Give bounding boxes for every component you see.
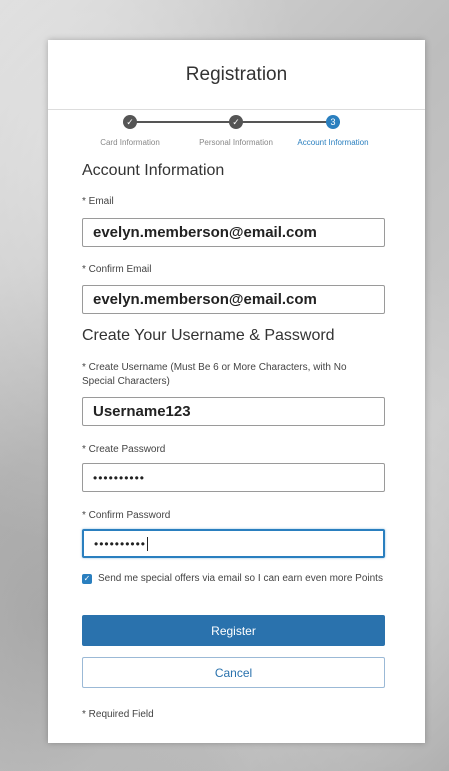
- email-label: * Email: [82, 196, 114, 207]
- step-2-label: Personal Information: [199, 138, 273, 147]
- confirm-password-value: ••••••••••: [94, 536, 147, 551]
- step-3-label: Account Information: [297, 138, 369, 147]
- offers-checkbox-label: Send me special offers via email so I ca…: [98, 573, 383, 584]
- cancel-button[interactable]: Cancel: [82, 657, 385, 688]
- step-2-check-icon: ✓: [229, 115, 243, 129]
- confirm-password-field[interactable]: ••••••••••: [82, 529, 385, 558]
- offers-checkbox[interactable]: ✓: [82, 574, 92, 584]
- email-field[interactable]: evelyn.memberson@email.com: [82, 218, 385, 247]
- step-1-check-icon: ✓: [123, 115, 137, 129]
- password-label: * Create Password: [82, 444, 166, 455]
- text-caret: [147, 536, 149, 551]
- step-1-label: Card Information: [100, 138, 160, 147]
- required-field-note: * Required Field: [82, 709, 154, 720]
- register-button[interactable]: Register: [82, 615, 385, 646]
- email-value: evelyn.memberson@email.com: [93, 224, 317, 241]
- password-field[interactable]: ••••••••••: [82, 463, 385, 492]
- card-header: Registration: [48, 40, 425, 110]
- stepper-line-2: [238, 121, 340, 123]
- username-field[interactable]: Username123: [82, 397, 385, 426]
- username-label: * Create Username (Must Be 6 or More Cha…: [82, 362, 347, 387]
- account-section-title: Account Information: [82, 162, 225, 179]
- progress-stepper: ✓ ✓ 3 Card Information Personal Informat…: [48, 111, 425, 161]
- username-value: Username123: [93, 403, 191, 420]
- confirm-email-value: evelyn.memberson@email.com: [93, 291, 317, 308]
- password-value: ••••••••••: [93, 470, 146, 485]
- registration-card: Registration ✓ ✓ 3 Card Information Pers…: [48, 40, 425, 743]
- stepper-line-1: [130, 121, 232, 123]
- offers-checkbox-row[interactable]: ✓ Send me special offers via email so I …: [82, 572, 387, 586]
- page-title: Registration: [185, 63, 288, 85]
- confirm-email-label: * Confirm Email: [82, 264, 152, 275]
- confirm-password-label: * Confirm Password: [82, 510, 171, 521]
- credentials-section-title: Create Your Username & Password: [82, 327, 335, 344]
- confirm-email-field[interactable]: evelyn.memberson@email.com: [82, 285, 385, 314]
- step-3-current-icon: 3: [326, 115, 340, 129]
